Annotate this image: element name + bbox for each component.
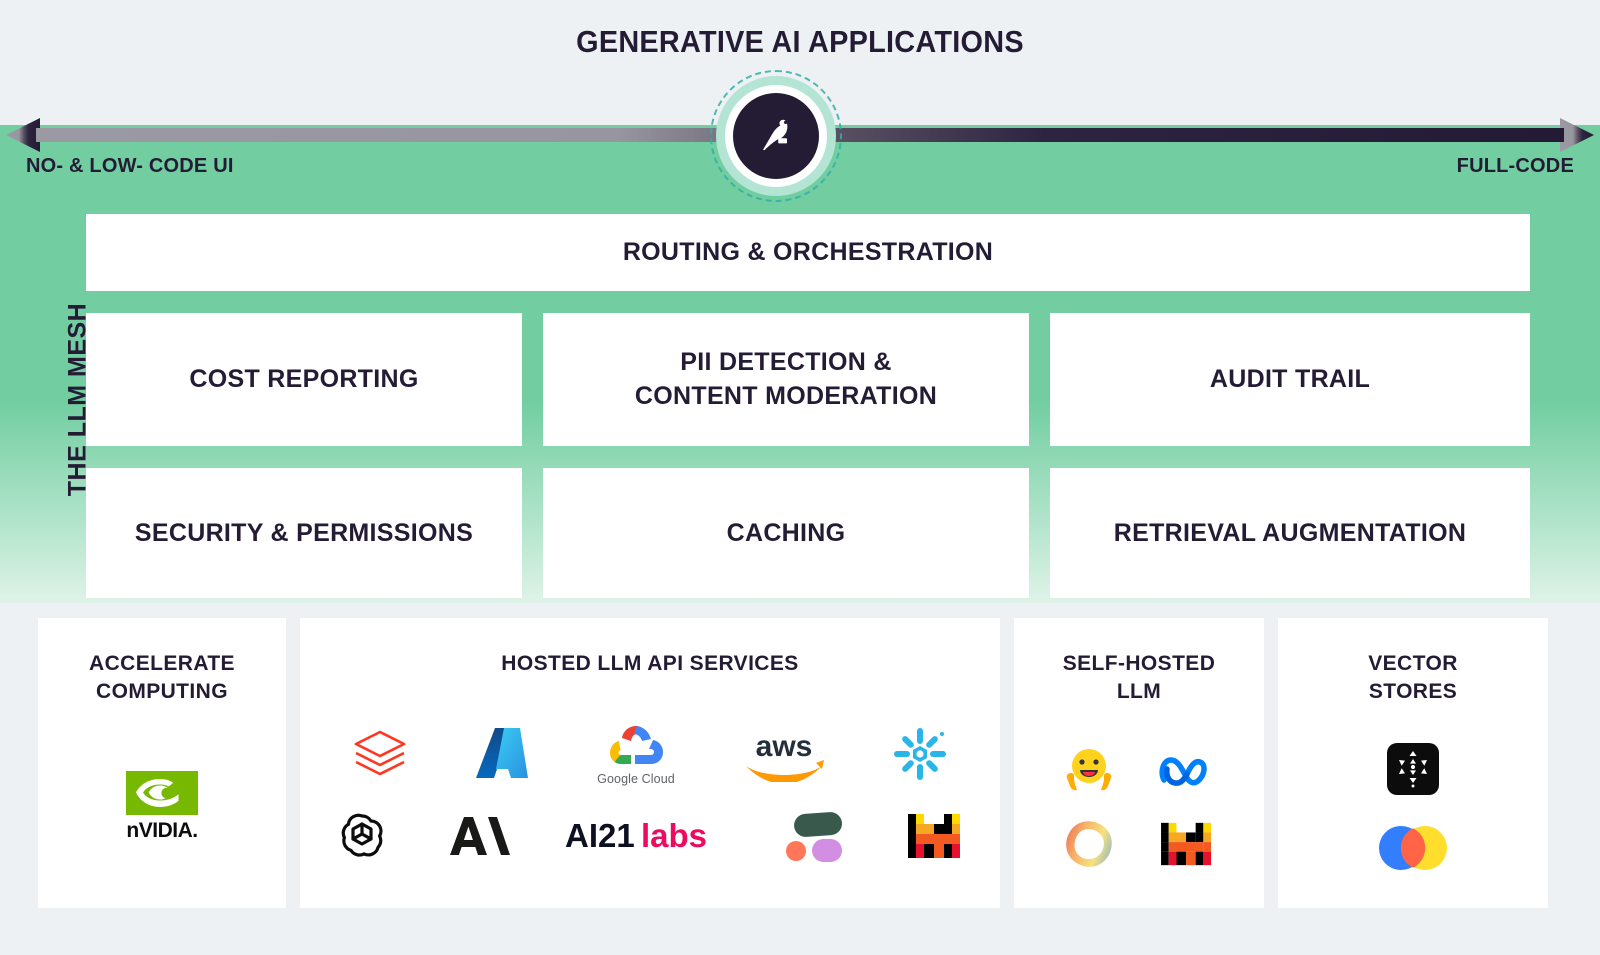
hosted-logo-row-2: AI21 labs [327,807,973,865]
dataiku-logo [710,70,842,202]
snowflake-logo [882,724,958,784]
card-accelerate-computing[interactable]: ACCELERATE COMPUTING nVIDIA. [38,618,286,908]
ai21-text: AI21 [565,817,635,854]
svg-text:aws: aws [756,730,813,763]
mesh-box-cost-reporting[interactable]: COST REPORTING [86,313,522,446]
axis-label-left: NO- & LOW- CODE UI [26,155,234,177]
mesh-box-audit-trail[interactable]: AUDIT TRAIL [1050,313,1530,446]
mesh-box-pii-detection[interactable]: PII DETECTION & CONTENT MODERATION [543,313,1029,446]
chroma-logo [1373,823,1453,873]
dataiku-bird-icon [763,119,788,151]
google-cloud-logo: Google Cloud [586,721,686,787]
hosted-logo-row-1: Google Cloud aws [342,721,958,787]
openai-logo [327,807,397,865]
falcon-llm-logo [1061,818,1117,870]
mesh-row-3: SECURITY & PERMISSIONS CACHING RETRIEVAL… [86,468,1530,598]
mesh-row-1: ROUTING & ORCHESTRATION [86,214,1530,291]
logo-disc [733,93,819,179]
mesh-box-security-permissions[interactable]: SECURITY & PERMISSIONS [86,468,522,598]
nvidia-logo: nVIDIA. [126,771,198,843]
mesh-box-caching[interactable]: CACHING [543,468,1029,598]
axis-label-right: FULL-CODE [1456,155,1574,177]
infrastructure-cards: ACCELERATE COMPUTING nVIDIA. HOSTED LLM … [38,618,1548,908]
mistral-ai-logo [897,807,973,865]
mesh-grid: ROUTING & ORCHESTRATION COST REPORTING P… [86,214,1530,620]
diagram-root: GENERATIVE AI APPLICATIONS NO- & LOW- CO… [0,0,1600,955]
logo-area-vector-stores [1278,707,1548,908]
pinecone-logo [1385,741,1441,797]
logo-area-accelerate: nVIDIA. [38,707,286,908]
meta-logo [1157,744,1217,796]
card-title-vector-stores: VECTOR STORES [1368,652,1458,704]
card-hosted-llm-api-services[interactable]: HOSTED LLM API SERVICES Google Cloud aws… [300,618,1000,908]
mesh-box-retrieval-augmentation[interactable]: RETRIEVAL AUGMENTATION [1050,468,1530,598]
self-hosted-row-1 [1061,744,1217,796]
logo-area-hosted: Google Cloud aws AI21 labs [300,678,1000,908]
infrastructure-section: ACCELERATE COMPUTING nVIDIA. HOSTED LLM … [0,603,1600,955]
page-title: GENERATIVE AI APPLICATIONS [576,24,1024,59]
self-hosted-row-2 [1061,818,1217,870]
ai21-labs-logo: AI21 labs [561,807,729,865]
logo-area-self-hosted [1014,707,1264,908]
mesh-row-2: COST REPORTING PII DETECTION & CONTENT M… [86,313,1530,446]
hugging-face-logo [1061,744,1117,796]
google-cloud-wordmark: Google Cloud [597,772,675,787]
mesh-box-routing-orchestration[interactable]: ROUTING & ORCHESTRATION [86,214,1530,291]
labs-text: labs [641,817,707,854]
nvidia-wordmark: nVIDIA. [126,819,198,843]
anthropic-logo [441,807,517,865]
card-title-accelerate-computing: ACCELERATE COMPUTING [89,652,235,704]
nvidia-eye-icon [126,771,198,816]
cohere-logo [773,807,853,865]
card-self-hosted-llm[interactable]: SELF-HOSTED LLM [1014,618,1264,908]
mistral-ai-logo [1157,818,1217,870]
aws-logo: aws [732,724,836,784]
microsoft-azure-logo [464,724,540,784]
card-title-hosted-llm: HOSTED LLM API SERVICES [501,652,799,675]
databricks-logo [342,724,418,784]
card-vector-stores[interactable]: VECTOR STORES [1278,618,1548,908]
card-title-self-hosted-llm: SELF-HOSTED LLM [1062,652,1216,704]
